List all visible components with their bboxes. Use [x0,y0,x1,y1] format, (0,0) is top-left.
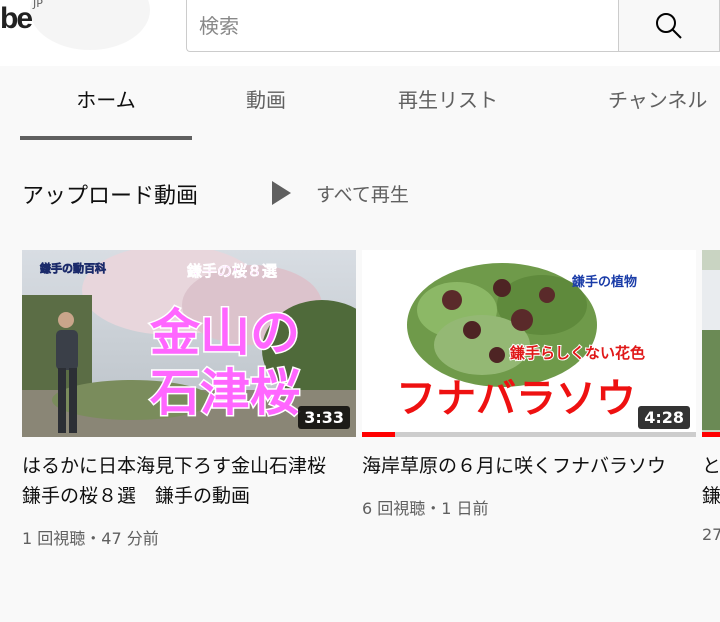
logo-region-label: JP [33,0,43,10]
play-all-label: すべて再生 [316,183,409,206]
video-title[interactable]: はるかに日本海見下ろす金山石津桜 鎌手の桜８選 鎌手の動画 [22,451,342,511]
watch-progress-fill [362,432,396,437]
video-card[interactable]: と鎌 27 [702,250,720,544]
channel-avatar-ghost [30,0,150,50]
thumb-sub-label: 鎌手らしくない花色 [509,344,645,362]
tab-home[interactable]: ホーム [20,66,192,140]
search-icon [656,12,682,39]
search-box [186,0,619,52]
thumbnail-image [702,250,720,437]
play-all-button[interactable]: すべて再生 [270,176,409,210]
thumb-tag-label: 鎌手の植物 [571,274,637,290]
thumb-title-line1: 金山の [150,304,300,362]
search-button[interactable] [618,0,720,52]
video-thumbnail[interactable]: 鎌手の動百科 鎌手の桜８選 金山の 石津桜 3:33 [22,250,356,437]
video-meta: 1 回視聴・47 分前 [22,529,159,548]
video-card[interactable]: 鎌手の植物 鎌手らしくない花色 フナバラソウ 4:28 海岸草原の６月に咲くフナ… [362,250,696,519]
top-bar: be JP [0,0,720,66]
thumb-main-label: フナバラソウ [396,376,636,422]
watch-progress-bar [362,432,696,437]
thumb-title-line2: 石津桜 [150,364,300,422]
active-tab-indicator [20,136,192,140]
search-input[interactable] [187,0,619,51]
play-icon [272,181,291,205]
channel-tabs: ホーム 動画 再生リスト チャンネル [0,66,720,140]
video-card[interactable]: 鎌手の動百科 鎌手の桜８選 金山の 石津桜 3:33 はるかに日本海見下ろす金山… [22,250,356,549]
tab-playlists[interactable]: 再生リスト [370,66,526,140]
tab-videos[interactable]: 動画 [212,66,320,140]
youtube-logo[interactable]: be [0,2,33,36]
section-title[interactable]: アップロード動画 [22,178,198,210]
video-title[interactable]: と鎌 [702,451,720,511]
video-duration: 3:33 [298,406,350,429]
video-thumbnail[interactable] [702,250,720,437]
video-duration: 4:28 [638,406,690,429]
video-meta: 6 回視聴・1 日前 [362,499,489,518]
thumb-channel-label: 鎌手の動百科 [39,261,106,275]
video-title[interactable]: 海岸草原の６月に咲くフナバラソウ [362,451,682,481]
video-thumbnail[interactable]: 鎌手の植物 鎌手らしくない花色 フナバラソウ 4:28 [362,250,696,437]
tab-channels[interactable]: チャンネル [608,66,720,140]
video-meta: 27 [702,525,720,544]
thumb-series-label: 鎌手の桜８選 [186,262,277,280]
